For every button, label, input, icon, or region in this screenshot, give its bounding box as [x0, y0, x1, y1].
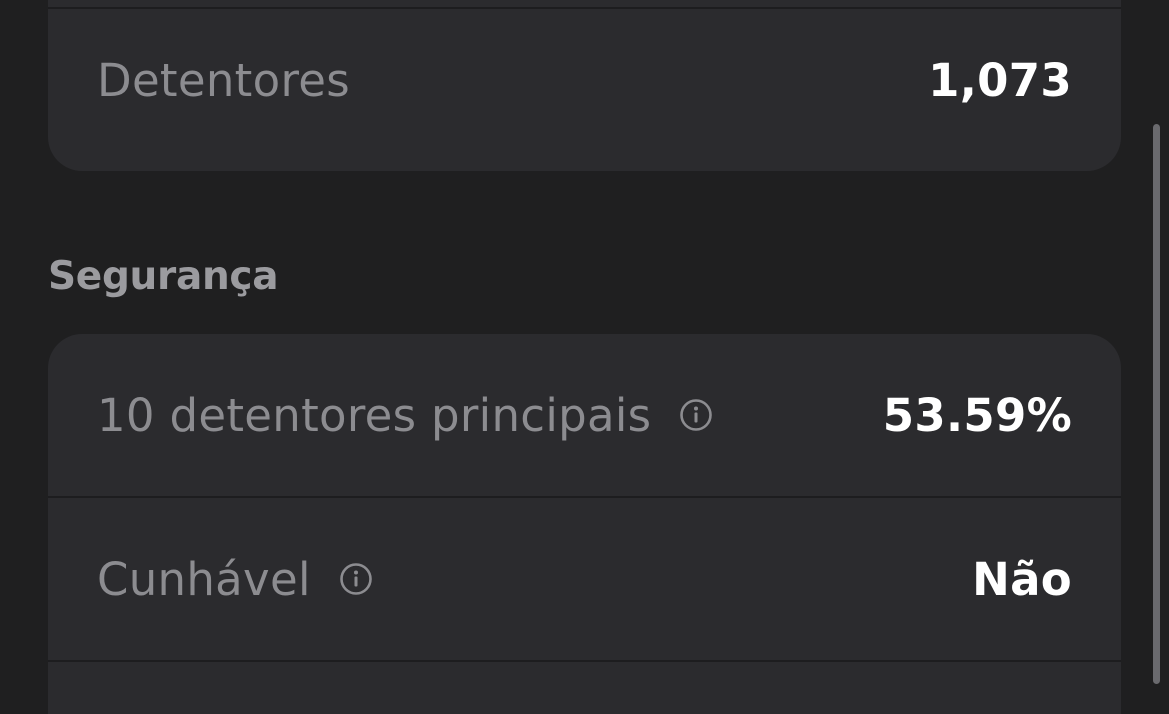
- holders-label: Detentores: [97, 53, 351, 107]
- row-divider: [48, 660, 1121, 662]
- mintable-label-group: Cunhável: [97, 553, 373, 606]
- mintable-row[interactable]: Cunhável Não: [48, 498, 1121, 660]
- holders-row: Detentores 1,073: [48, 9, 1121, 151]
- info-icon[interactable]: [679, 398, 713, 432]
- top-holders-label-group: 10 detentores principais: [97, 389, 713, 442]
- mintable-label: Cunhável: [97, 552, 311, 606]
- top-holders-value: 53.59%: [882, 388, 1072, 442]
- top-holders-row[interactable]: 10 detentores principais 53.59%: [48, 334, 1121, 496]
- mintable-value: Não: [972, 552, 1072, 606]
- scrollbar[interactable]: [1153, 124, 1160, 684]
- security-card: 10 detentores principais 53.59% Cunhável: [48, 334, 1121, 714]
- top-holders-label: 10 detentores principais: [97, 388, 652, 442]
- overview-card: Detentores 1,073: [48, 0, 1121, 171]
- holders-value: 1,073: [928, 53, 1072, 107]
- section-title-security: Segurança: [48, 254, 279, 299]
- info-icon[interactable]: [339, 562, 373, 596]
